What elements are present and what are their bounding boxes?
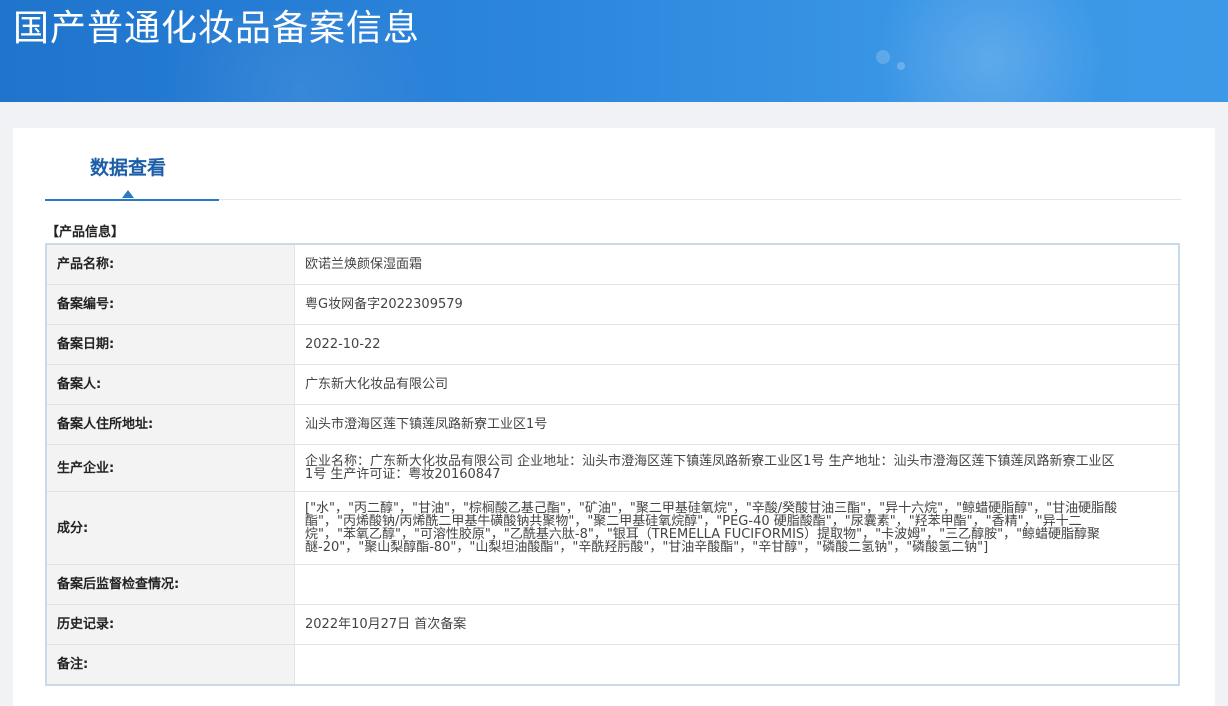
table-row: 备注: [45, 644, 1180, 686]
row-value: ["水"，"丙二醇"，"甘油"，"棕榈酸乙基己酯"，"矿油"，"聚二甲基硅氧烷"… [294, 491, 1180, 565]
row-label: 生产企业: [45, 444, 295, 492]
tab-label: 数据查看 [89, 157, 166, 179]
row-label: 备案人住所地址: [45, 404, 295, 445]
table-row: 备案后监督检查情况: [45, 564, 1180, 605]
row-value: 2022年10月27日 首次备案 [294, 604, 1180, 645]
tab-data-view[interactable]: 数据查看 [45, 128, 219, 201]
row-value: 欧诺兰焕颜保湿面霜 [294, 243, 1180, 285]
row-label: 成分: [45, 491, 295, 565]
section-title: 【产品信息】 [46, 225, 125, 240]
row-label: 备注: [45, 644, 295, 686]
header-banner: 国产普通化妆品备案信息 [0, 0, 1228, 102]
table-row: 生产企业: 企业名称：广东新大化妆品有限公司 企业地址：汕头市澄海区莲下镇莲凤路… [45, 444, 1180, 492]
banner-decoration [876, 50, 890, 64]
row-label: 历史记录: [45, 604, 295, 645]
table-row: 历史记录: 2022年10月27日 首次备案 [45, 604, 1180, 645]
row-value: 企业名称：广东新大化妆品有限公司 企业地址：汕头市澄海区莲下镇莲凤路新寮工业区1… [294, 444, 1180, 492]
row-label: 备案人: [45, 364, 295, 405]
table-row: 产品名称: 欧诺兰焕颜保湿面霜 [45, 243, 1180, 285]
row-label: 备案日期: [45, 324, 295, 365]
table-row: 成分: ["水"，"丙二醇"，"甘油"，"棕榈酸乙基己酯"，"矿油"，"聚二甲基… [45, 491, 1180, 565]
row-value: 汕头市澄海区莲下镇莲凤路新寮工业区1号 [294, 404, 1180, 445]
active-tab-caret-icon [122, 190, 134, 198]
tab-bar: 数据查看 [45, 128, 1181, 201]
row-label: 产品名称: [45, 243, 295, 285]
row-label: 备案编号: [45, 284, 295, 325]
table-row: 备案编号: 粤G妆网备字2022309579 [45, 284, 1180, 325]
row-value: 粤G妆网备字2022309579 [294, 284, 1180, 325]
table-row: 备案日期: 2022-10-22 [45, 324, 1180, 365]
row-value [294, 644, 1180, 686]
content-card: 数据查看 【产品信息】 产品名称: 欧诺兰焕颜保湿面霜 备案编号: 粤G妆网备字… [13, 128, 1215, 706]
banner-decoration [897, 62, 905, 70]
table-row: 备案人: 广东新大化妆品有限公司 [45, 364, 1180, 405]
page-title: 国产普通化妆品备案信息 [13, 8, 421, 49]
row-label: 备案后监督检查情况: [45, 564, 295, 605]
product-info-table: 产品名称: 欧诺兰焕颜保湿面霜 备案编号: 粤G妆网备字2022309579 备… [45, 243, 1180, 686]
table-row: 备案人住所地址: 汕头市澄海区莲下镇莲凤路新寮工业区1号 [45, 404, 1180, 445]
row-value: 广东新大化妆品有限公司 [294, 364, 1180, 405]
row-value [294, 564, 1180, 605]
row-value: 2022-10-22 [294, 324, 1180, 365]
banner-decoration [860, 0, 1120, 102]
